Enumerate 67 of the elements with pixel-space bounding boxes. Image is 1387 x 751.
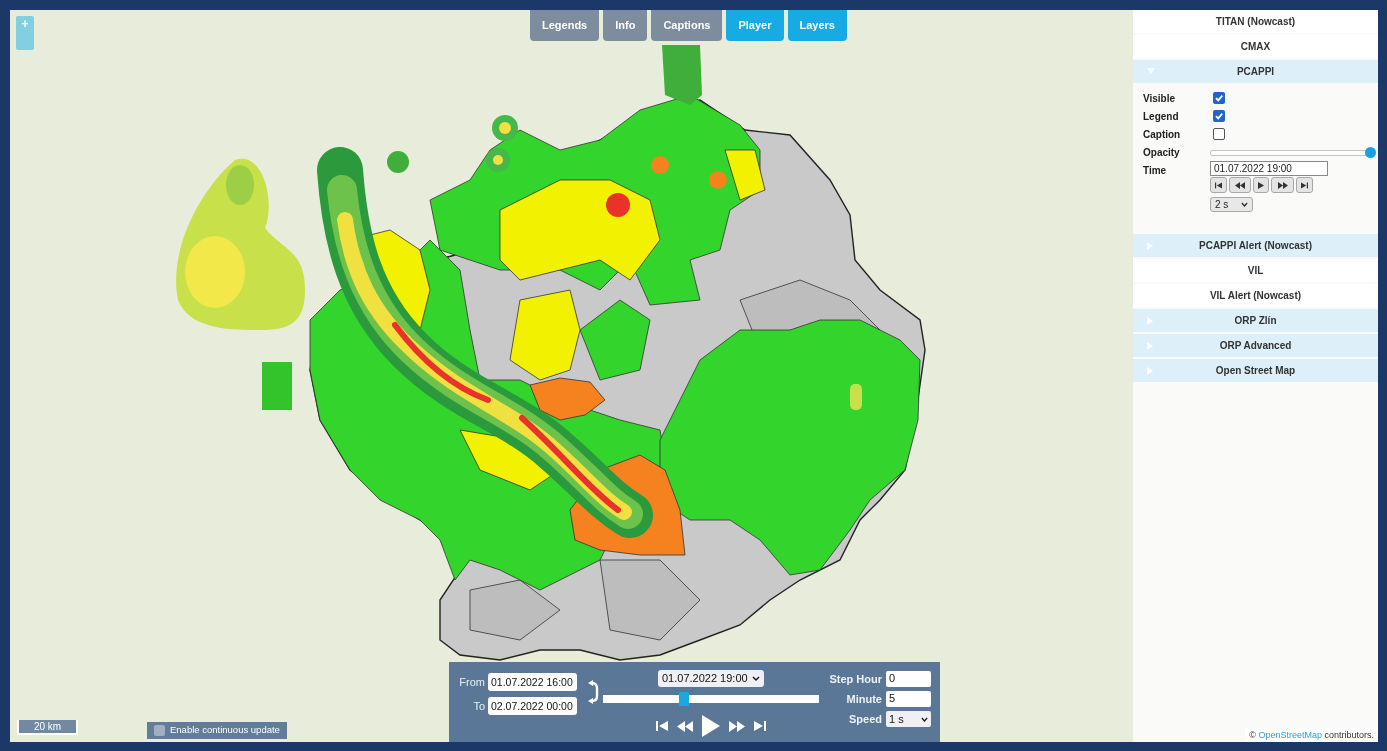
rewind-icon xyxy=(1235,181,1245,189)
opacity-label: Opacity xyxy=(1143,145,1181,160)
skip-to-end-icon xyxy=(754,720,766,732)
bracket-arrows-icon xyxy=(588,680,600,704)
minute-label: Minute xyxy=(846,691,882,707)
continuous-update-toggle[interactable]: Enable continuous update xyxy=(147,722,287,739)
time-input[interactable]: 01.07.2022 19:00 xyxy=(1210,161,1328,176)
checkbox-label: Legend xyxy=(1143,109,1180,124)
checkbox[interactable] xyxy=(154,725,165,736)
first-frame-button[interactable] xyxy=(1210,177,1227,193)
checkbox[interactable] xyxy=(1213,110,1225,122)
layer-header[interactable]: PCAPPI Alert (Nowcast) xyxy=(1133,234,1378,257)
layer-header[interactable]: VIL xyxy=(1133,259,1378,282)
caret-icon xyxy=(1147,317,1153,325)
play-icon xyxy=(702,715,720,737)
last-frame-button[interactable] xyxy=(754,720,766,732)
rewind-icon xyxy=(677,720,693,732)
play-button[interactable] xyxy=(702,715,720,737)
opacity-slider[interactable] xyxy=(1210,146,1376,158)
speed-select[interactable]: 1 s xyxy=(886,711,931,728)
timeline-slider[interactable] xyxy=(603,692,819,706)
from-date-input[interactable]: 01.07.2022 16:00 xyxy=(488,673,577,691)
caret-icon xyxy=(1147,242,1153,250)
fast-forward-button[interactable] xyxy=(1271,177,1294,193)
checkbox-label: Caption xyxy=(1143,127,1182,142)
speed-select[interactable]: 2 s xyxy=(1210,197,1253,212)
time-label: Time xyxy=(1143,164,1168,178)
fast-forward-icon xyxy=(729,720,745,732)
checkbox[interactable] xyxy=(1213,128,1225,140)
layer-header[interactable]: ORP Zlín xyxy=(1133,309,1378,332)
layer-header[interactable]: VIL Alert (Nowcast) xyxy=(1133,284,1378,307)
to-label: To xyxy=(472,698,485,714)
layer-header[interactable]: TITAN (Nowcast) xyxy=(1133,10,1378,33)
layer-header[interactable]: Open Street Map xyxy=(1133,359,1378,382)
caret-icon xyxy=(1147,342,1153,350)
step-hour-input[interactable]: 0 xyxy=(886,671,931,688)
skip-to-start-icon xyxy=(1215,181,1222,189)
fast-forward-button[interactable] xyxy=(729,720,745,732)
slider-thumb[interactable] xyxy=(1365,146,1376,158)
rewind-button[interactable] xyxy=(1229,177,1251,193)
time-select[interactable]: 01.07.2022 19:00 xyxy=(658,670,764,687)
checkbox-label: Visible xyxy=(1143,91,1177,106)
last-frame-button[interactable] xyxy=(1296,177,1313,193)
chevron-down-icon xyxy=(1241,202,1248,207)
step-hour-label: Step Hour xyxy=(829,672,882,687)
to-date-input[interactable]: 02.07.2022 00:00 xyxy=(488,697,577,715)
checkbox[interactable] xyxy=(1213,92,1225,104)
caret-icon xyxy=(1147,367,1153,375)
play-button[interactable] xyxy=(1253,177,1269,193)
caret-icon xyxy=(1147,68,1155,74)
attribution-text: © OpenStreetMap contributors. xyxy=(1245,728,1378,742)
fast-forward-icon xyxy=(1277,181,1288,189)
chevron-down-icon xyxy=(921,716,928,722)
rewind-button[interactable] xyxy=(677,720,693,732)
chevron-down-icon xyxy=(752,676,760,681)
play-icon xyxy=(1258,181,1264,189)
layer-header[interactable]: PCAPPI xyxy=(1133,60,1378,83)
skip-to-start-icon xyxy=(656,720,668,732)
first-frame-button[interactable] xyxy=(656,720,668,732)
scale-bar: 20 km xyxy=(17,720,78,735)
layer-header[interactable]: ORP Advanced xyxy=(1133,334,1378,357)
skip-to-end-icon xyxy=(1301,181,1308,189)
slider-thumb[interactable] xyxy=(679,692,690,706)
from-label: From xyxy=(459,674,485,690)
speed-label: Speed xyxy=(849,712,882,727)
minute-input[interactable]: 5 xyxy=(886,690,931,707)
layer-header[interactable]: CMAX xyxy=(1133,35,1378,58)
